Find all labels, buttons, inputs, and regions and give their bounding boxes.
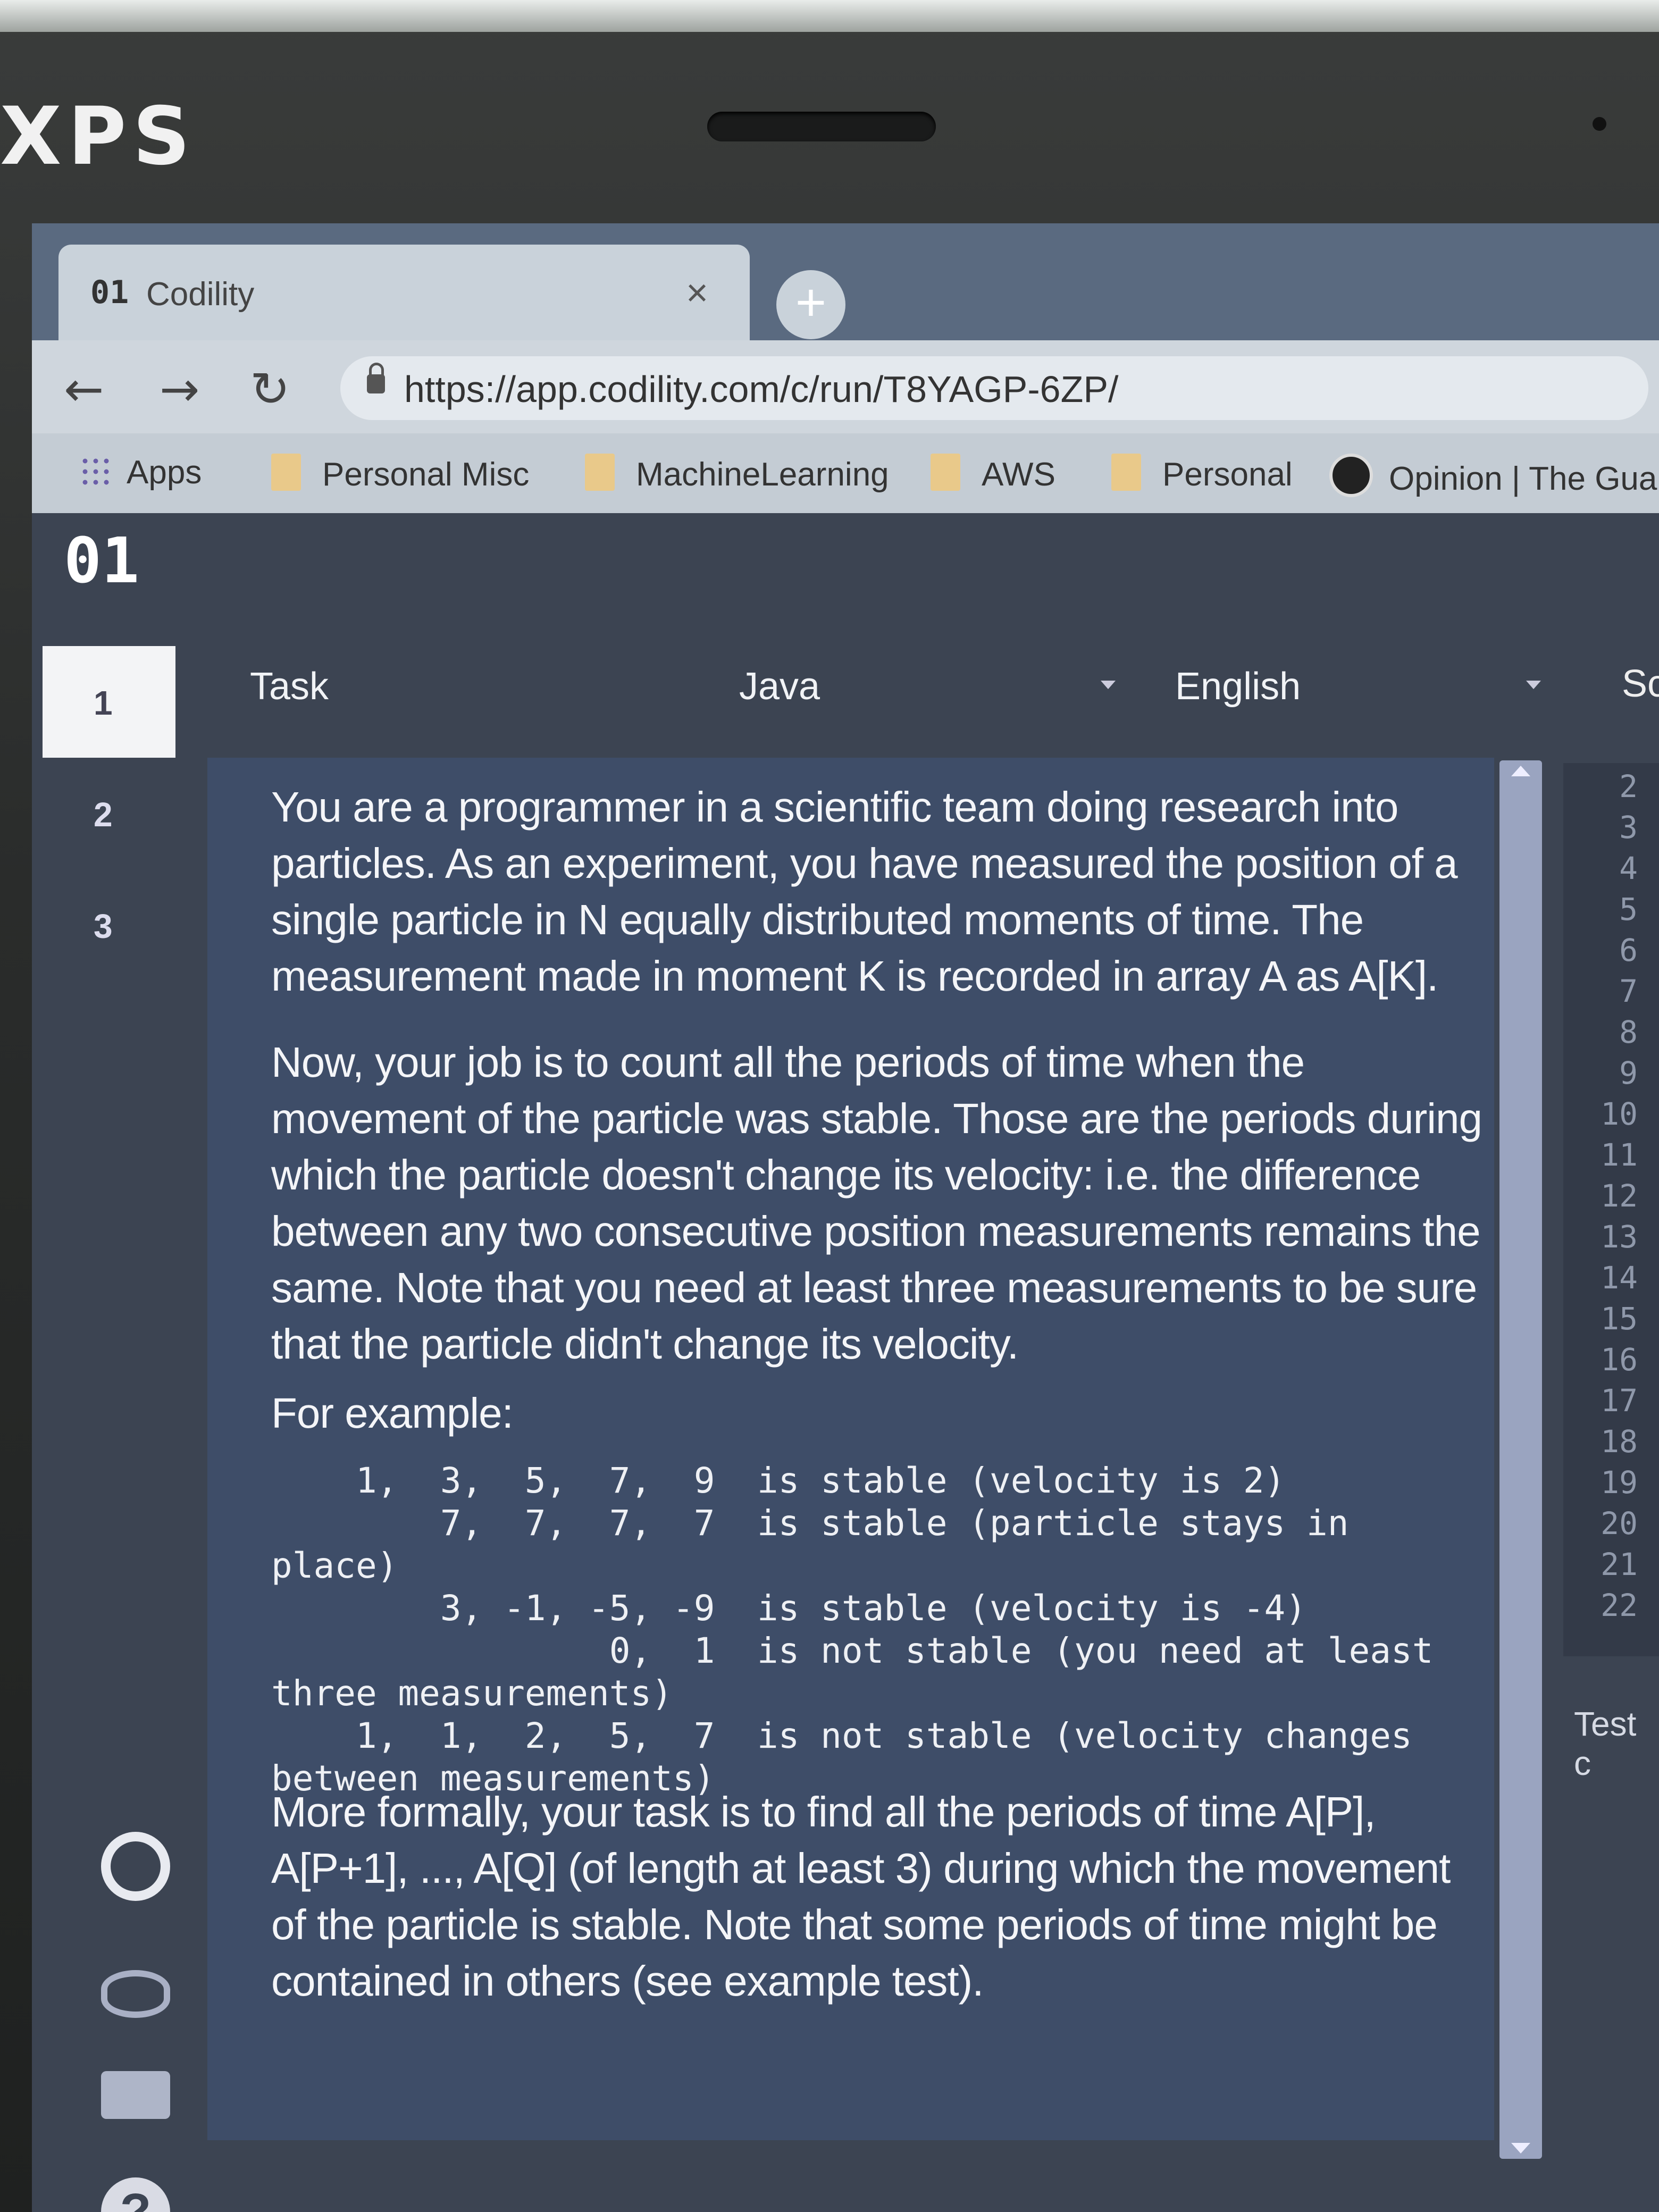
folder-icon: [271, 454, 301, 491]
line-number: 9: [1619, 1055, 1638, 1091]
task-item-1[interactable]: 1: [43, 646, 175, 758]
browser-tabstrip: 01 Codility × +: [32, 223, 1659, 346]
right-panel-header: Sc: [1622, 663, 1659, 705]
tab-title: Codility: [146, 276, 255, 313]
scroll-up-icon[interactable]: [1511, 766, 1530, 776]
line-number: 20: [1601, 1505, 1638, 1541]
visibility-icon[interactable]: [101, 1970, 170, 2018]
task-header: Task Java English: [218, 654, 1659, 728]
bookmark-personal[interactable]: Personal: [1111, 454, 1293, 493]
settings-gear-icon[interactable]: [101, 1832, 170, 1901]
bookmark-machinelearning[interactable]: MachineLearning: [585, 454, 889, 493]
browser-tab[interactable]: 01 Codility ×: [58, 245, 750, 340]
line-number: 8: [1619, 1014, 1638, 1050]
help-icon[interactable]: ?: [101, 2177, 170, 2212]
test-cases-label[interactable]: Test c: [1574, 1704, 1659, 1783]
line-number: 21: [1601, 1546, 1638, 1582]
line-number: 14: [1601, 1260, 1638, 1296]
bookmark-personal-misc[interactable]: Personal Misc: [271, 454, 529, 493]
locale-dropdown-icon[interactable]: [1526, 681, 1541, 689]
new-tab-button[interactable]: +: [776, 270, 845, 339]
description-scrollbar[interactable]: [1499, 760, 1542, 2159]
line-number: 18: [1601, 1423, 1638, 1460]
line-number: 19: [1601, 1464, 1638, 1501]
line-number: 12: [1601, 1178, 1638, 1214]
bookmark-apps[interactable]: Apps: [80, 454, 202, 491]
line-number: 15: [1601, 1301, 1638, 1337]
language-select[interactable]: Java: [739, 665, 820, 708]
locale-select[interactable]: English: [1175, 665, 1301, 708]
lock-icon: [367, 363, 385, 393]
guardian-icon: [1329, 454, 1373, 497]
editor-line-gutter: 2 3 4 5 6 7 8 9 10 11 12 13 14 15 16 17 …: [1563, 763, 1659, 1656]
screen: 01 Codility × + ← → ↻ https://app.codili…: [32, 223, 1659, 2212]
task-paragraph-1: You are a programmer in a scientific tea…: [271, 783, 1458, 1000]
tab-favicon: 01: [90, 274, 129, 311]
browser-toolbar: ← → ↻ https://app.codility.com/c/run/T8Y…: [32, 340, 1659, 433]
task-item-2[interactable]: 2: [43, 758, 175, 869]
line-number: 11: [1601, 1137, 1638, 1173]
bookmark-guardian-opinion[interactable]: Opinion | The Guar: [1329, 454, 1659, 498]
apps-grid-icon: [80, 456, 112, 488]
back-icon[interactable]: ←: [64, 362, 104, 417]
folder-icon: [1111, 454, 1141, 491]
bezel-glare: [0, 0, 1659, 32]
line-number: 13: [1601, 1219, 1638, 1255]
url-text: https://app.codility.com/c/run/T8YAGP-6Z…: [404, 368, 1119, 410]
webcam-sensor: [1593, 117, 1606, 131]
line-number: 4: [1619, 850, 1638, 886]
folder-icon: [931, 454, 960, 491]
tab-close-icon[interactable]: ×: [686, 271, 708, 315]
keyboard-icon[interactable]: [101, 2071, 170, 2119]
line-number: 2: [1619, 768, 1638, 805]
codility-logo: 01: [64, 524, 140, 597]
examples-code-block: 1, 3, 5, 7, 9 is stable (velocity is 2) …: [271, 1460, 1434, 1799]
line-number: 10: [1601, 1096, 1638, 1132]
scroll-down-icon[interactable]: [1511, 2143, 1530, 2154]
line-number: 17: [1601, 1382, 1638, 1419]
folder-icon: [585, 454, 615, 491]
line-number: 3: [1619, 809, 1638, 845]
line-number: 6: [1619, 932, 1638, 968]
webcam-slot: [707, 112, 936, 141]
task-description: You are a programmer in a scientific tea…: [207, 758, 1494, 2140]
line-number: 5: [1619, 891, 1638, 927]
laptop-brand-logo: XPS: [0, 90, 197, 183]
line-number: 22: [1601, 1587, 1638, 1623]
line-number: 16: [1601, 1342, 1638, 1378]
task-paragraph-3: For example:: [271, 1389, 514, 1437]
reload-icon[interactable]: ↻: [250, 362, 290, 417]
address-bar[interactable]: https://app.codility.com/c/run/T8YAGP-6Z…: [340, 356, 1648, 420]
line-number: 7: [1619, 973, 1638, 1009]
task-paragraph-4: More formally, your task is to find all …: [271, 1788, 1451, 2005]
bookmark-aws[interactable]: AWS: [931, 454, 1055, 493]
forward-icon[interactable]: →: [160, 362, 199, 417]
task-item-3[interactable]: 3: [43, 869, 175, 981]
codility-app: 01 1 2 3 Task Java English Sc You are a …: [32, 513, 1659, 2212]
task-tab-label[interactable]: Task: [250, 665, 329, 708]
language-dropdown-icon[interactable]: [1101, 681, 1116, 689]
bookmarks-bar: Apps Personal Misc MachineLearning AWS P…: [32, 433, 1659, 513]
task-paragraph-2: Now, your job is to count all the period…: [271, 1038, 1482, 1368]
